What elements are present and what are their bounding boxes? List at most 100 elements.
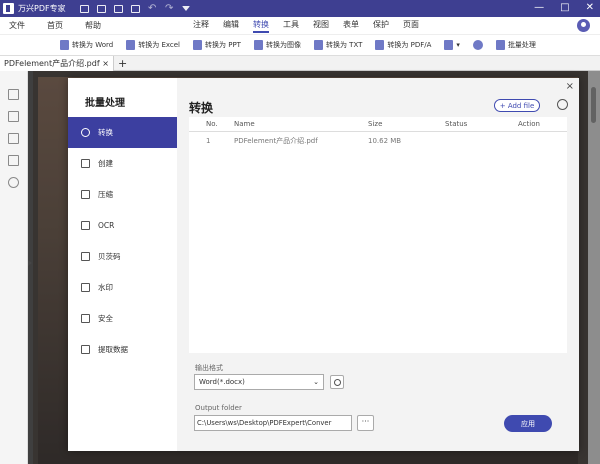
- menu-bar: 文件 首页 帮助 注释 编辑 转换 工具 视图 表单 保护 页面: [0, 17, 600, 35]
- format-settings-button[interactable]: [330, 375, 344, 389]
- sidebar-item-convert[interactable]: 转换: [68, 117, 177, 148]
- sidebar-item-security[interactable]: 安全: [68, 303, 177, 334]
- menu-file[interactable]: 文件: [9, 20, 25, 31]
- print-icon[interactable]: [131, 4, 140, 13]
- row-size: 10.62 MB: [368, 137, 402, 145]
- document-tab-bar: PDFelement产品介绍.pdf × +: [0, 55, 600, 71]
- gear-icon: [472, 40, 483, 50]
- redo-icon[interactable]: ↷: [165, 3, 174, 13]
- dialog-sidebar-list: 转换 创建 压缩 OCR 贝茨码 水印 安全 提取数据: [68, 117, 177, 365]
- col-name: Name: [234, 120, 255, 128]
- to-ppt-button[interactable]: 转换为 PPT: [193, 40, 241, 50]
- sidebar-item-bates[interactable]: 贝茨码: [68, 241, 177, 272]
- customize-dropdown-icon[interactable]: [182, 6, 190, 11]
- browse-folder-button[interactable]: ···: [357, 415, 374, 431]
- to-pdfa-button[interactable]: 转换为 PDF/A: [375, 40, 431, 50]
- table-row[interactable]: 1 PDFelement产品介绍.pdf 10.62 MB: [189, 132, 567, 150]
- maximize-button[interactable]: □: [560, 2, 569, 13]
- to-image-button[interactable]: 转换为图像: [253, 40, 301, 50]
- output-folder-label: Output folder: [195, 404, 242, 412]
- menu-convert[interactable]: 转换: [253, 19, 269, 33]
- tab-close-icon[interactable]: ×: [102, 56, 109, 71]
- close-window-button[interactable]: ✕: [586, 2, 594, 13]
- ppt-icon: [193, 40, 202, 50]
- menu-tools[interactable]: 工具: [283, 19, 299, 33]
- dialog-main-panel: × 转换 + Add file No. Name Size Status Act…: [177, 78, 579, 451]
- convert-toolbar: 转换为 Word 转换为 Excel 转换为 PPT 转换为图像 转换为 TXT…: [0, 35, 600, 56]
- col-status: Status: [445, 120, 468, 128]
- sidebar-item-create[interactable]: 创建: [68, 148, 177, 179]
- sidebar-item-ocr[interactable]: OCR: [68, 210, 177, 241]
- settings-icon[interactable]: [557, 99, 568, 110]
- output-format-value: Word(*.docx): [199, 378, 245, 386]
- panel-title: 转换: [189, 101, 214, 115]
- col-no: No.: [206, 120, 218, 128]
- menu-page[interactable]: 页面: [403, 19, 419, 33]
- watermark-icon: [81, 283, 90, 292]
- left-panel-bar: [0, 71, 28, 464]
- open-folder-icon[interactable]: [80, 4, 89, 13]
- dialog-sidebar-title: 批量处理: [85, 98, 125, 109]
- apply-button[interactable]: 应用: [504, 415, 552, 432]
- ocr-icon: [81, 221, 90, 230]
- batch-icon: [495, 40, 505, 50]
- close-icon[interactable]: ×: [566, 81, 574, 92]
- document-tab-label: PDFelement产品介绍.pdf: [4, 58, 100, 68]
- menu-protect[interactable]: 保护: [373, 19, 389, 33]
- create-icon: [81, 159, 90, 168]
- bookmark-icon[interactable]: [8, 111, 19, 122]
- file-table: No. Name Size Status Action 1 PDFelement…: [189, 117, 567, 353]
- add-file-button[interactable]: + Add file: [494, 99, 540, 112]
- sidebar-item-extract-data[interactable]: 提取数据: [68, 334, 177, 365]
- to-txt-button[interactable]: 转换为 TXT: [313, 40, 362, 50]
- excel-icon: [126, 40, 136, 50]
- menu-home[interactable]: 首页: [47, 20, 63, 31]
- comment-icon[interactable]: [8, 133, 19, 144]
- settings-button[interactable]: [472, 40, 483, 50]
- window-controls: — □ ✕: [534, 2, 594, 13]
- undo-icon[interactable]: ↶: [148, 3, 157, 13]
- document-tab[interactable]: PDFelement产品介绍.pdf ×: [0, 55, 114, 71]
- batch-process-dialog: 批量处理 转换 创建 压缩 OCR 贝茨码 水印 安全 提取数据 × 转换 + …: [68, 78, 579, 451]
- menu-form[interactable]: 表单: [343, 19, 359, 33]
- search-icon[interactable]: [8, 177, 19, 188]
- output-format-label: 输出格式: [195, 364, 223, 372]
- chevron-down-icon: ⌄: [313, 378, 319, 386]
- more-formats-button[interactable]: ▾: [444, 40, 460, 50]
- table-header: No. Name Size Status Action: [189, 117, 567, 132]
- row-no: 1: [206, 137, 211, 145]
- more-formats-icon: [444, 40, 454, 50]
- col-action: Action: [518, 120, 540, 128]
- title-bar: 万兴PDF专家 ↶ ↷ — □ ✕: [0, 0, 600, 17]
- sidebar-item-compress[interactable]: 压缩: [68, 179, 177, 210]
- menu-edit[interactable]: 编辑: [223, 19, 239, 33]
- app-title: 万兴PDF专家: [18, 4, 66, 13]
- attachment-icon[interactable]: [8, 155, 19, 166]
- lock-icon: [81, 314, 90, 323]
- output-folder-input[interactable]: C:\Users\ws\Desktop\PDFExpert\Conver: [194, 415, 352, 431]
- output-format-select[interactable]: Word(*.docx) ⌄: [194, 374, 324, 390]
- menu-help[interactable]: 帮助: [85, 20, 101, 31]
- row-name: PDFelement产品介绍.pdf: [234, 137, 318, 145]
- refresh-icon: [81, 128, 90, 137]
- user-avatar-icon[interactable]: [577, 19, 590, 32]
- to-excel-button[interactable]: 转换为 Excel: [126, 40, 180, 50]
- batch-process-button[interactable]: 批量处理: [495, 40, 536, 50]
- app-logo-icon: [3, 3, 14, 14]
- col-size: Size: [368, 120, 383, 128]
- txt-icon: [313, 40, 323, 50]
- email-icon[interactable]: [114, 4, 123, 13]
- pdfa-icon: [375, 40, 385, 50]
- menu-comment[interactable]: 注释: [193, 19, 209, 33]
- gear-icon: [333, 378, 341, 386]
- menu-view[interactable]: 视图: [313, 19, 329, 33]
- to-word-button[interactable]: 转换为 Word: [60, 40, 113, 50]
- compress-icon: [81, 190, 90, 199]
- new-tab-button[interactable]: +: [118, 57, 127, 70]
- bates-icon: [81, 252, 90, 261]
- thumbnails-icon[interactable]: [8, 89, 19, 100]
- save-icon[interactable]: [97, 4, 106, 13]
- sidebar-item-watermark[interactable]: 水印: [68, 272, 177, 303]
- chart-icon: [81, 345, 90, 354]
- minimize-button[interactable]: —: [534, 2, 544, 13]
